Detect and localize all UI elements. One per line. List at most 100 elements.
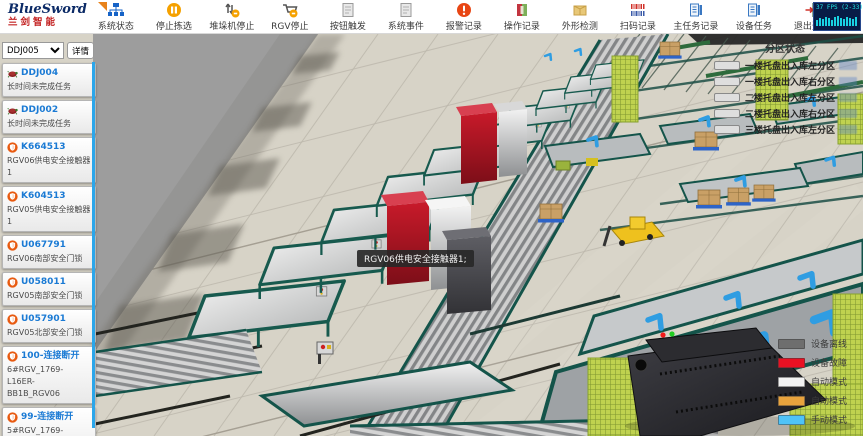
- toolbar-button-9[interactable]: 外形检测: [551, 2, 609, 32]
- alarm-card[interactable]: 100-连接断开 6#RGV_1769-L16ER- BB1B_RGV06: [2, 346, 96, 404]
- mode-legend-row: 手动模式: [778, 414, 847, 425]
- toolbar-button-5[interactable]: 按钮触发: [319, 2, 377, 32]
- toolbar-button-label: 按钮触发: [330, 19, 366, 32]
- fps-bar: [852, 19, 854, 26]
- zone-legend-row[interactable]: 一楼托盘出入库左分区: [714, 60, 857, 70]
- mode-legend-row: 自动模式: [778, 376, 847, 387]
- pause-circle-icon: [166, 2, 182, 18]
- mode-swatch: [778, 415, 805, 425]
- alarm-card-body: 5#RGV_1769-L16ER- BB1B_RGV05: [7, 425, 91, 436]
- alarm-card[interactable]: K664513 RGV06供电安全接触器 1: [2, 137, 96, 183]
- toolbar-button-12[interactable]: 设备任务: [725, 2, 783, 32]
- fps-bar: [840, 18, 842, 26]
- zone-status-mark: [839, 93, 857, 102]
- fps-monitor[interactable]: 37 FPS (2-33): [813, 2, 861, 31]
- logo-name: BlueSword: [8, 3, 87, 17]
- fps-bar: [831, 20, 833, 26]
- zone-legend-rows: 一楼托盘出入库左分区 一楼托盘出入库右分区 二楼托盘出入库左分区 二楼托盘出入库…: [714, 60, 857, 134]
- toolbar-button-10[interactable]: 扫码记录: [609, 2, 667, 32]
- alarm-card-title: 100-连接断开: [21, 350, 80, 363]
- toolbar-button-11[interactable]: 主任务记录: [667, 2, 725, 32]
- device-mode-legend: 设备离线 设备故障 自动模式 自动模式 手动模式: [778, 338, 847, 433]
- alarm-card-title: U067791: [21, 239, 66, 252]
- toolbar-button-label: 设备任务: [736, 19, 772, 32]
- shield-icon: [7, 412, 18, 423]
- alarm-card-body: 6#RGV_1769-L16ER- BB1B_RGV06: [7, 364, 91, 400]
- zone-legend-row[interactable]: 二楼托盘出入库左分区: [714, 92, 857, 102]
- toolbar-button-label: 堆垛机停止: [209, 19, 254, 32]
- warehouse-monitor-app: BlueSword 兰剑智能 系统状态 停止拣选 堆垛机停止 RGV停止 按钮触…: [0, 0, 863, 436]
- fps-bar: [816, 20, 818, 26]
- fps-bar: [843, 19, 845, 26]
- toolbar-button-label: 停止拣选: [156, 19, 192, 32]
- clipboard-icon: [688, 2, 704, 18]
- toolbar-button-label: 外形检测: [562, 19, 598, 32]
- alarm-card[interactable]: U058011 RGV05南部安全门锁: [2, 272, 96, 306]
- fps-bar: [849, 18, 851, 26]
- toolbar-button-4[interactable]: RGV停止: [261, 2, 319, 32]
- detail-button[interactable]: 详情: [67, 42, 94, 59]
- alarm-card[interactable]: DDJ002 长时间未完成任务: [2, 100, 96, 134]
- alarm-card[interactable]: 99-连接断开 5#RGV_1769-L16ER- BB1B_RGV05: [2, 407, 96, 436]
- toolbar-button-1[interactable]: 系统状态: [87, 2, 145, 32]
- mode-label: 手动模式: [811, 413, 847, 426]
- toolbar-button-label: 主任务记录: [673, 19, 718, 32]
- alarm-card-list: DDJ004 长时间未完成任务 DDJ002 长时间未完成任务 K664513 …: [2, 63, 96, 436]
- zone-label: 二楼托盘出入库左分区: [745, 91, 835, 104]
- alarm-card-body: 长时间未完成任务: [7, 81, 91, 93]
- clipboard-icon: [746, 2, 762, 18]
- alarm-card-title: DDJ004: [21, 67, 58, 80]
- toolbar-button-label: 系统状态: [98, 19, 134, 32]
- mode-label: 自动模式: [811, 375, 847, 388]
- mode-label: 设备故障: [811, 356, 847, 369]
- device-select[interactable]: DDJ005: [2, 42, 64, 59]
- fps-bar: [828, 18, 830, 26]
- alarm-card-title: U057901: [21, 313, 66, 326]
- turtle-icon: [7, 68, 18, 79]
- document-icon: [398, 2, 414, 18]
- zone-status-mark: [839, 77, 857, 86]
- top-toolbar: BlueSword 兰剑智能 系统状态 停止拣选 堆垛机停止 RGV停止 按钮触…: [0, 0, 863, 34]
- mode-swatch: [778, 377, 805, 387]
- operation-record-icon: [514, 2, 530, 18]
- mode-legend-row: 设备故障: [778, 357, 847, 368]
- fps-text: 37 FPS (2-33): [816, 4, 858, 11]
- zone-label: 一楼托盘出入库右分区: [745, 75, 835, 88]
- toolbar-button-label: 操作记录: [504, 19, 540, 32]
- zone-legend-row[interactable]: 三楼托盘出入库左分区: [714, 124, 857, 134]
- sidebar-header: DDJ005 详情: [2, 42, 96, 59]
- fps-bar: [834, 17, 836, 26]
- zone-status-mark: [839, 61, 857, 70]
- mode-swatch: [778, 396, 805, 406]
- package-icon: [572, 2, 588, 18]
- alarm-card-title: K604513: [21, 190, 66, 203]
- mode-legend-row: 设备离线: [778, 338, 847, 349]
- zone-status-mark: [839, 125, 857, 134]
- toolbar-button-2[interactable]: 停止拣选: [145, 2, 203, 32]
- zone-legend-row[interactable]: 一楼托盘出入库右分区: [714, 76, 857, 86]
- alarm-card-title: K664513: [21, 141, 66, 154]
- alarm-card[interactable]: U057901 RGV05北部安全门锁: [2, 309, 96, 343]
- zone-swatch: [714, 93, 740, 102]
- mode-label: 设备离线: [811, 337, 847, 350]
- fps-bar: [825, 17, 827, 26]
- alarm-card[interactable]: DDJ004 长时间未完成任务: [2, 63, 96, 97]
- logo-subtitle: 兰剑智能: [8, 17, 87, 29]
- toolbar-button-3[interactable]: 堆垛机停止: [203, 2, 261, 32]
- zone-label: 一楼托盘出入库左分区: [745, 59, 835, 72]
- alarm-card-body: RGV06南部安全门锁: [7, 253, 91, 265]
- toolbar-button-6[interactable]: 系统事件: [377, 2, 435, 32]
- alarm-card[interactable]: U067791 RGV06南部安全门锁: [2, 235, 96, 269]
- alarm-card-title: U058011: [21, 276, 66, 289]
- alarm-card[interactable]: K604513 RGV05供电安全接触器 1: [2, 186, 96, 232]
- toolbar-button-label: 报警记录: [446, 19, 482, 32]
- sidebar-scrollbar[interactable]: [92, 62, 95, 428]
- toolbar-button-7[interactable]: 报警记录: [435, 2, 493, 32]
- toolbar-button-label: RGV停止: [271, 19, 308, 32]
- alarm-card-body: RGV05供电安全接触器 1: [7, 204, 91, 228]
- zone-legend-row[interactable]: 二楼托盘出入库右分区: [714, 108, 857, 118]
- alarm-card-body: RGV06供电安全接触器 1: [7, 155, 91, 179]
- zone-legend-title: 分区状态: [714, 40, 805, 55]
- alert-circle-icon: [456, 2, 472, 18]
- toolbar-button-8[interactable]: 操作记录: [493, 2, 551, 32]
